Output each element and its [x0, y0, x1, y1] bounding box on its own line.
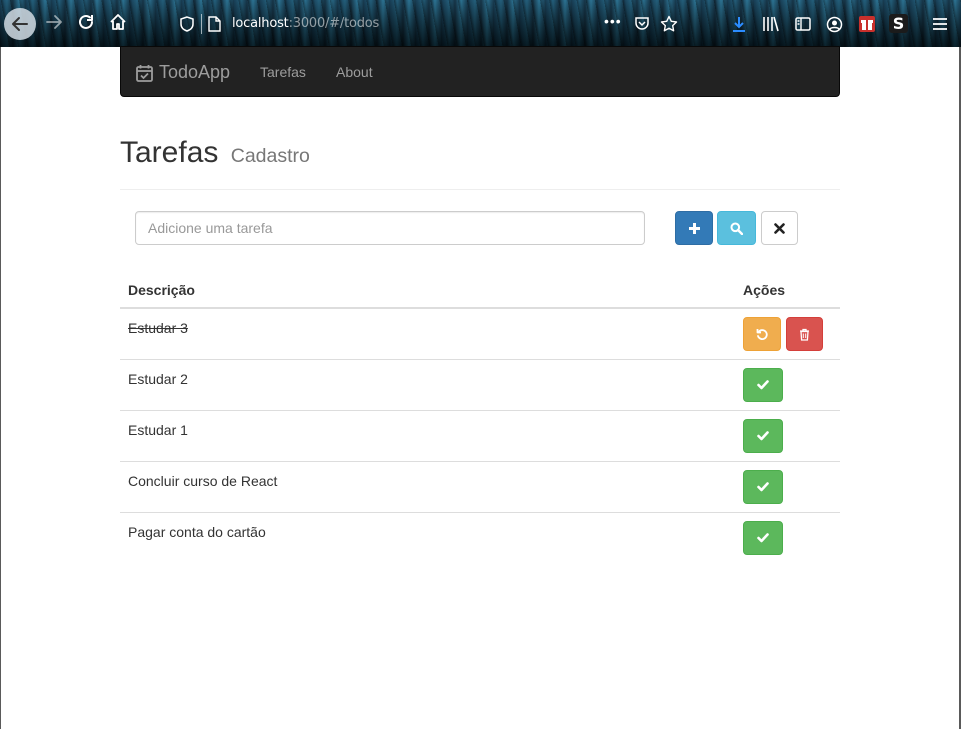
todo-description-done: Estudar 3 — [128, 320, 188, 336]
nav-link-tarefas[interactable]: Tarefas — [260, 64, 306, 80]
s-extension-icon[interactable]: S — [889, 14, 908, 33]
row-divider — [120, 359, 840, 360]
calendar-check-icon — [136, 64, 153, 82]
star-icon[interactable] — [660, 15, 678, 33]
gift-extension-icon[interactable] — [858, 15, 876, 33]
url-host: localhost — [232, 16, 289, 31]
search-icon — [730, 222, 743, 235]
todo-description: Concluir curso de React — [128, 473, 278, 489]
close-icon — [774, 222, 785, 234]
url-path: :3000/#/todos — [288, 16, 380, 31]
address-bar[interactable]: localhost:3000/#/todos ••• — [172, 8, 684, 39]
undo-icon — [756, 328, 768, 340]
page-icon — [208, 16, 221, 32]
nav-link-about[interactable]: About — [336, 64, 373, 80]
row-divider — [120, 512, 840, 513]
header-divider — [120, 189, 840, 190]
browser-forward-button[interactable] — [42, 10, 66, 34]
arrow-right-icon — [46, 15, 62, 29]
todo-description: Pagar conta do cartão — [128, 524, 266, 540]
search-button[interactable] — [717, 211, 756, 245]
download-icon[interactable] — [731, 15, 747, 33]
address-text: localhost:3000/#/todos — [232, 16, 379, 31]
table-header-divider — [120, 307, 840, 309]
sidebar-icon[interactable] — [795, 16, 811, 32]
arrow-left-icon — [12, 17, 28, 31]
column-header-actions: Ações — [743, 282, 786, 298]
todo-description: Estudar 2 — [128, 371, 188, 387]
browser-toolbar: localhost:3000/#/todos ••• S — [0, 0, 961, 47]
check-icon — [757, 380, 769, 390]
plus-icon — [688, 222, 700, 234]
window-border-left — [0, 47, 1, 729]
library-icon[interactable] — [762, 16, 780, 32]
browser-reload-button[interactable] — [74, 10, 98, 34]
mark-done-button[interactable] — [743, 368, 783, 402]
check-icon — [757, 533, 769, 543]
brand[interactable]: TodoApp — [136, 62, 230, 83]
brand-label: TodoApp — [159, 62, 231, 82]
trash-icon — [800, 328, 809, 341]
browser-home-button[interactable] — [106, 10, 130, 34]
row-divider — [120, 410, 840, 411]
check-icon — [757, 482, 769, 492]
mark-done-button[interactable] — [743, 521, 783, 555]
more-icon[interactable]: ••• — [604, 13, 622, 29]
address-separator — [201, 14, 202, 34]
clear-button[interactable] — [761, 211, 798, 245]
page-title: Tarefas Cadastro — [120, 136, 310, 170]
home-icon — [110, 14, 126, 30]
page-subtitle: Cadastro — [230, 145, 310, 167]
browser-back-button[interactable] — [4, 8, 36, 40]
undo-button[interactable] — [743, 317, 781, 351]
row-divider — [120, 461, 840, 462]
reload-icon — [79, 14, 93, 29]
check-icon — [757, 431, 769, 441]
mark-done-button[interactable] — [743, 470, 783, 504]
add-button[interactable] — [675, 211, 713, 245]
app-navbar: TodoApp Tarefas About — [120, 46, 840, 97]
todo-description-input[interactable] — [135, 211, 645, 245]
todo-description: Estudar 1 — [128, 422, 188, 438]
page-title-text: Tarefas — [120, 136, 219, 169]
account-icon[interactable] — [826, 16, 843, 33]
delete-button[interactable] — [786, 317, 823, 351]
column-header-description: Descrição — [128, 282, 195, 298]
pocket-icon[interactable] — [634, 16, 650, 32]
shield-icon — [180, 16, 194, 32]
hamburger-menu-icon[interactable] — [932, 17, 948, 31]
mark-done-button[interactable] — [743, 419, 783, 453]
